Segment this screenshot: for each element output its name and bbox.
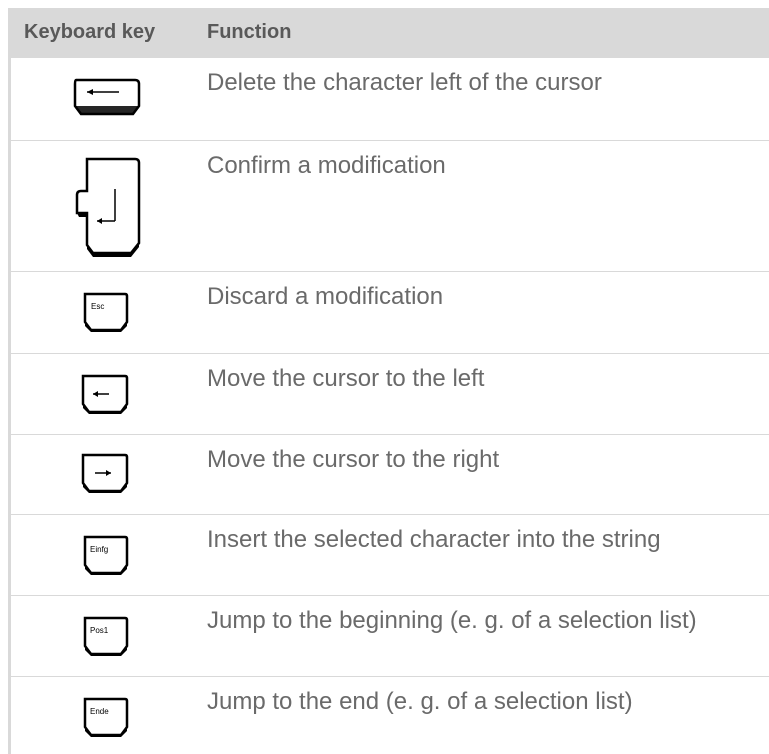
arrow-right-key-icon: [81, 453, 129, 493]
function-text: Move the cursor to the right: [207, 446, 500, 473]
function-text: Jump to the end (e. g. of a selection li…: [207, 688, 633, 715]
table-row: Move the cursor to the left: [11, 354, 769, 435]
key-function-table: Keyboard key Function Delete the charact…: [8, 8, 769, 754]
table-row: Esc Discard a modification: [11, 272, 769, 354]
enter-key-icon: [75, 157, 141, 257]
function-text: Jump to the beginning (e. g. of a select…: [207, 607, 697, 634]
header-keyboard-key: Keyboard key: [24, 21, 156, 43]
table-row: Confirm a modification: [11, 141, 769, 272]
function-text: Confirm a modification: [207, 152, 446, 179]
table-row: Delete the character left of the cursor: [11, 58, 769, 141]
insert-key-icon: Einfg: [83, 535, 129, 575]
table-row: Ende Jump to the end (e. g. of a selecti…: [11, 677, 769, 754]
function-text: Insert the selected character into the s…: [207, 526, 661, 553]
table-header: Keyboard key Function: [11, 8, 769, 58]
header-function: Function: [207, 21, 292, 43]
function-text: Delete the character left of the cursor: [207, 69, 602, 96]
home-key-icon: Pos1: [83, 616, 129, 656]
table-row: Move the cursor to the right: [11, 435, 769, 515]
esc-key-icon: Esc: [83, 292, 129, 332]
table-row: Einfg Insert the selected character into…: [11, 515, 769, 596]
backspace-key-icon: [73, 78, 141, 116]
key-label: Esc: [91, 302, 104, 311]
function-text: Discard a modification: [207, 283, 444, 310]
key-label: Pos1: [90, 626, 109, 635]
arrow-left-key-icon: [81, 374, 129, 414]
table-row: Pos1 Jump to the beginning (e. g. of a s…: [11, 596, 769, 677]
key-label: Einfg: [90, 545, 108, 554]
function-text: Move the cursor to the left: [207, 365, 485, 392]
end-key-icon: Ende: [83, 697, 129, 737]
key-label: Ende: [90, 707, 109, 716]
